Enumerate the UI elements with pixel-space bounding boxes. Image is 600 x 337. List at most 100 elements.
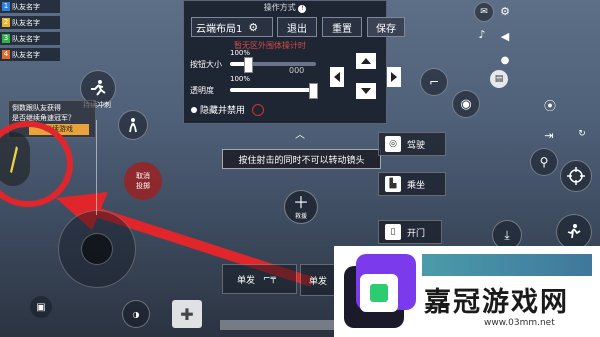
location-pin-icon: ⦿ [543, 98, 556, 113]
team-row-1: 1 队友名字 [0, 0, 60, 13]
tooltip: 按住射击的同时不可以转动镜头 [222, 149, 381, 169]
layout-selector[interactable]: 云端布局1 ⚙ [191, 17, 273, 37]
move-down-button[interactable] [356, 83, 376, 99]
button-size-percent: 100% [230, 49, 251, 57]
move-left-button[interactable] [330, 67, 344, 87]
opacity-fill [230, 88, 315, 92]
team-list: 1 队友名字 2 队友名字 3 队友名字 4 队友名字 [0, 0, 60, 64]
layout-control-panel: 操作方式 ! 云端布局1 ⚙ 退出 重置 保存 暂无区外围体操计时 按钮大小 1… [183, 0, 405, 124]
fire-mode-label: 单发 [237, 275, 256, 286]
watermark-url: www.03mm.net [484, 318, 555, 328]
grenade-button[interactable]: ▣ [30, 296, 52, 318]
button-size-label: 按钮大小 [190, 60, 222, 69]
gear-icon: ⚙ [500, 4, 510, 18]
team-row-2: 2 队友名字 [0, 16, 60, 29]
grenade-icon: ▣ [36, 301, 46, 313]
radio-dot-icon [191, 106, 197, 113]
rescue-button[interactable]: ＋ 救援 [284, 190, 318, 224]
ammo-counter: 000 [289, 66, 305, 75]
team-row-4: 4 队友名字 [0, 48, 60, 61]
steering-wheel-icon: ◎ [385, 136, 401, 152]
joystick-knob[interactable] [81, 233, 113, 265]
gear-icon[interactable]: ⚙ [248, 21, 258, 34]
collapse-chevron-icon[interactable]: ︿ [290, 126, 310, 141]
plus-icon: ＋ [292, 192, 309, 212]
drive-button[interactable]: ◎ 驾驶 [378, 132, 446, 156]
exit-button[interactable]: 退出 [277, 17, 317, 37]
reload-icon: ↻ [578, 129, 586, 139]
arrow-right-icon [391, 72, 397, 82]
crouch-icon: ⚲ [539, 155, 549, 169]
microphone-icon: ● [500, 54, 510, 66]
guide-line [96, 120, 97, 215]
layout-name: 云端布局1 [196, 23, 243, 35]
speaker-button[interactable]: ◀ [497, 28, 513, 44]
chat-icon: ✉ [480, 7, 488, 17]
peek-button[interactable]: ◉ [452, 90, 480, 118]
medkit-button[interactable]: ✚ [172, 300, 202, 328]
ride-button[interactable]: ▙ 乘坐 [378, 172, 446, 196]
panel-title: 操作方式 ! [184, 2, 386, 13]
disable-icon [252, 103, 265, 116]
fire-mode-button-2[interactable]: 单发 [300, 264, 336, 296]
health-bar [220, 320, 334, 330]
mic-icon: ♪ [478, 27, 486, 41]
running-man-icon [91, 80, 106, 96]
crouch-button[interactable]: ⚲ [530, 148, 558, 176]
jump-icon [567, 224, 581, 239]
arrow-up-icon [361, 58, 371, 64]
cancel-throw-label-1: 取消 [136, 172, 150, 180]
movement-joystick[interactable] [58, 210, 136, 288]
reload-button[interactable]: ↻ [574, 126, 590, 142]
exit-vehicle-button[interactable]: ⇥ [540, 126, 558, 144]
map-marker-button[interactable]: ⦿ [540, 95, 560, 115]
voice-button[interactable]: ● [497, 52, 513, 68]
team-name: 队友名字 [12, 34, 40, 43]
team-number: 3 [2, 34, 10, 43]
speaker-icon: ◀ [500, 29, 510, 43]
fire-mode-button-1[interactable]: 单发 ⌐╤ [222, 264, 297, 294]
arrow-left-icon [334, 72, 340, 82]
arrow-down-icon [361, 88, 371, 94]
prone-icon: ⤓ [504, 227, 510, 242]
gun-icon: ⌐╤ [263, 274, 276, 284]
watermark: 嘉冠游戏网 www.03mm.net [334, 246, 600, 337]
team-number: 4 [2, 50, 10, 59]
inventory-button[interactable]: ▤ [490, 70, 508, 88]
cancel-throw-button[interactable]: 取消 投掷 [124, 162, 162, 200]
settings-button[interactable]: ⚙ [497, 3, 513, 19]
hide-disable-option[interactable]: 隐藏并禁用 [191, 103, 265, 116]
team-row-3: 3 队友名字 [0, 32, 60, 45]
opacity-percent: 100% [230, 75, 251, 83]
watermark-top-strip [422, 254, 592, 276]
info-icon[interactable]: ! [298, 5, 307, 13]
medkit-icon: ✚ [180, 304, 194, 324]
opacity-slider[interactable] [230, 83, 319, 99]
team-number: 1 [2, 2, 10, 11]
open-door-button[interactable]: ▯ 开门 [378, 220, 442, 244]
team-name: 队友名字 [12, 50, 40, 59]
crosshair-icon [567, 167, 585, 185]
auto-message-1: 倒数跟队友获得 [12, 104, 61, 112]
button-size-thumb[interactable] [244, 57, 254, 73]
team-number: 2 [2, 18, 10, 27]
save-button[interactable]: 保存 [367, 17, 405, 37]
hide-disable-label: 隐藏并禁用 [200, 106, 246, 116]
jump-button[interactable] [556, 214, 592, 250]
move-right-button[interactable] [387, 67, 401, 87]
mic-button[interactable]: ♪ [474, 26, 490, 42]
team-name: 队友名字 [12, 2, 40, 11]
aim-button[interactable] [560, 160, 592, 192]
move-up-button[interactable] [356, 53, 376, 69]
eye-icon: ◉ [460, 96, 472, 112]
lean-button[interactable] [118, 110, 148, 140]
chat-button[interactable]: ✉ [474, 2, 494, 22]
reset-button[interactable]: 重置 [322, 17, 362, 37]
weapon-switch-button[interactable]: ⌐ [420, 68, 448, 96]
cancel-throw-label-2: 投掷 [136, 182, 150, 190]
watermark-logo [344, 254, 416, 328]
ride-label: 乘坐 [407, 180, 426, 191]
drive-label: 驾驶 [407, 140, 426, 151]
opacity-thumb[interactable] [309, 83, 319, 99]
first-person-button[interactable]: ◑ [122, 300, 150, 328]
